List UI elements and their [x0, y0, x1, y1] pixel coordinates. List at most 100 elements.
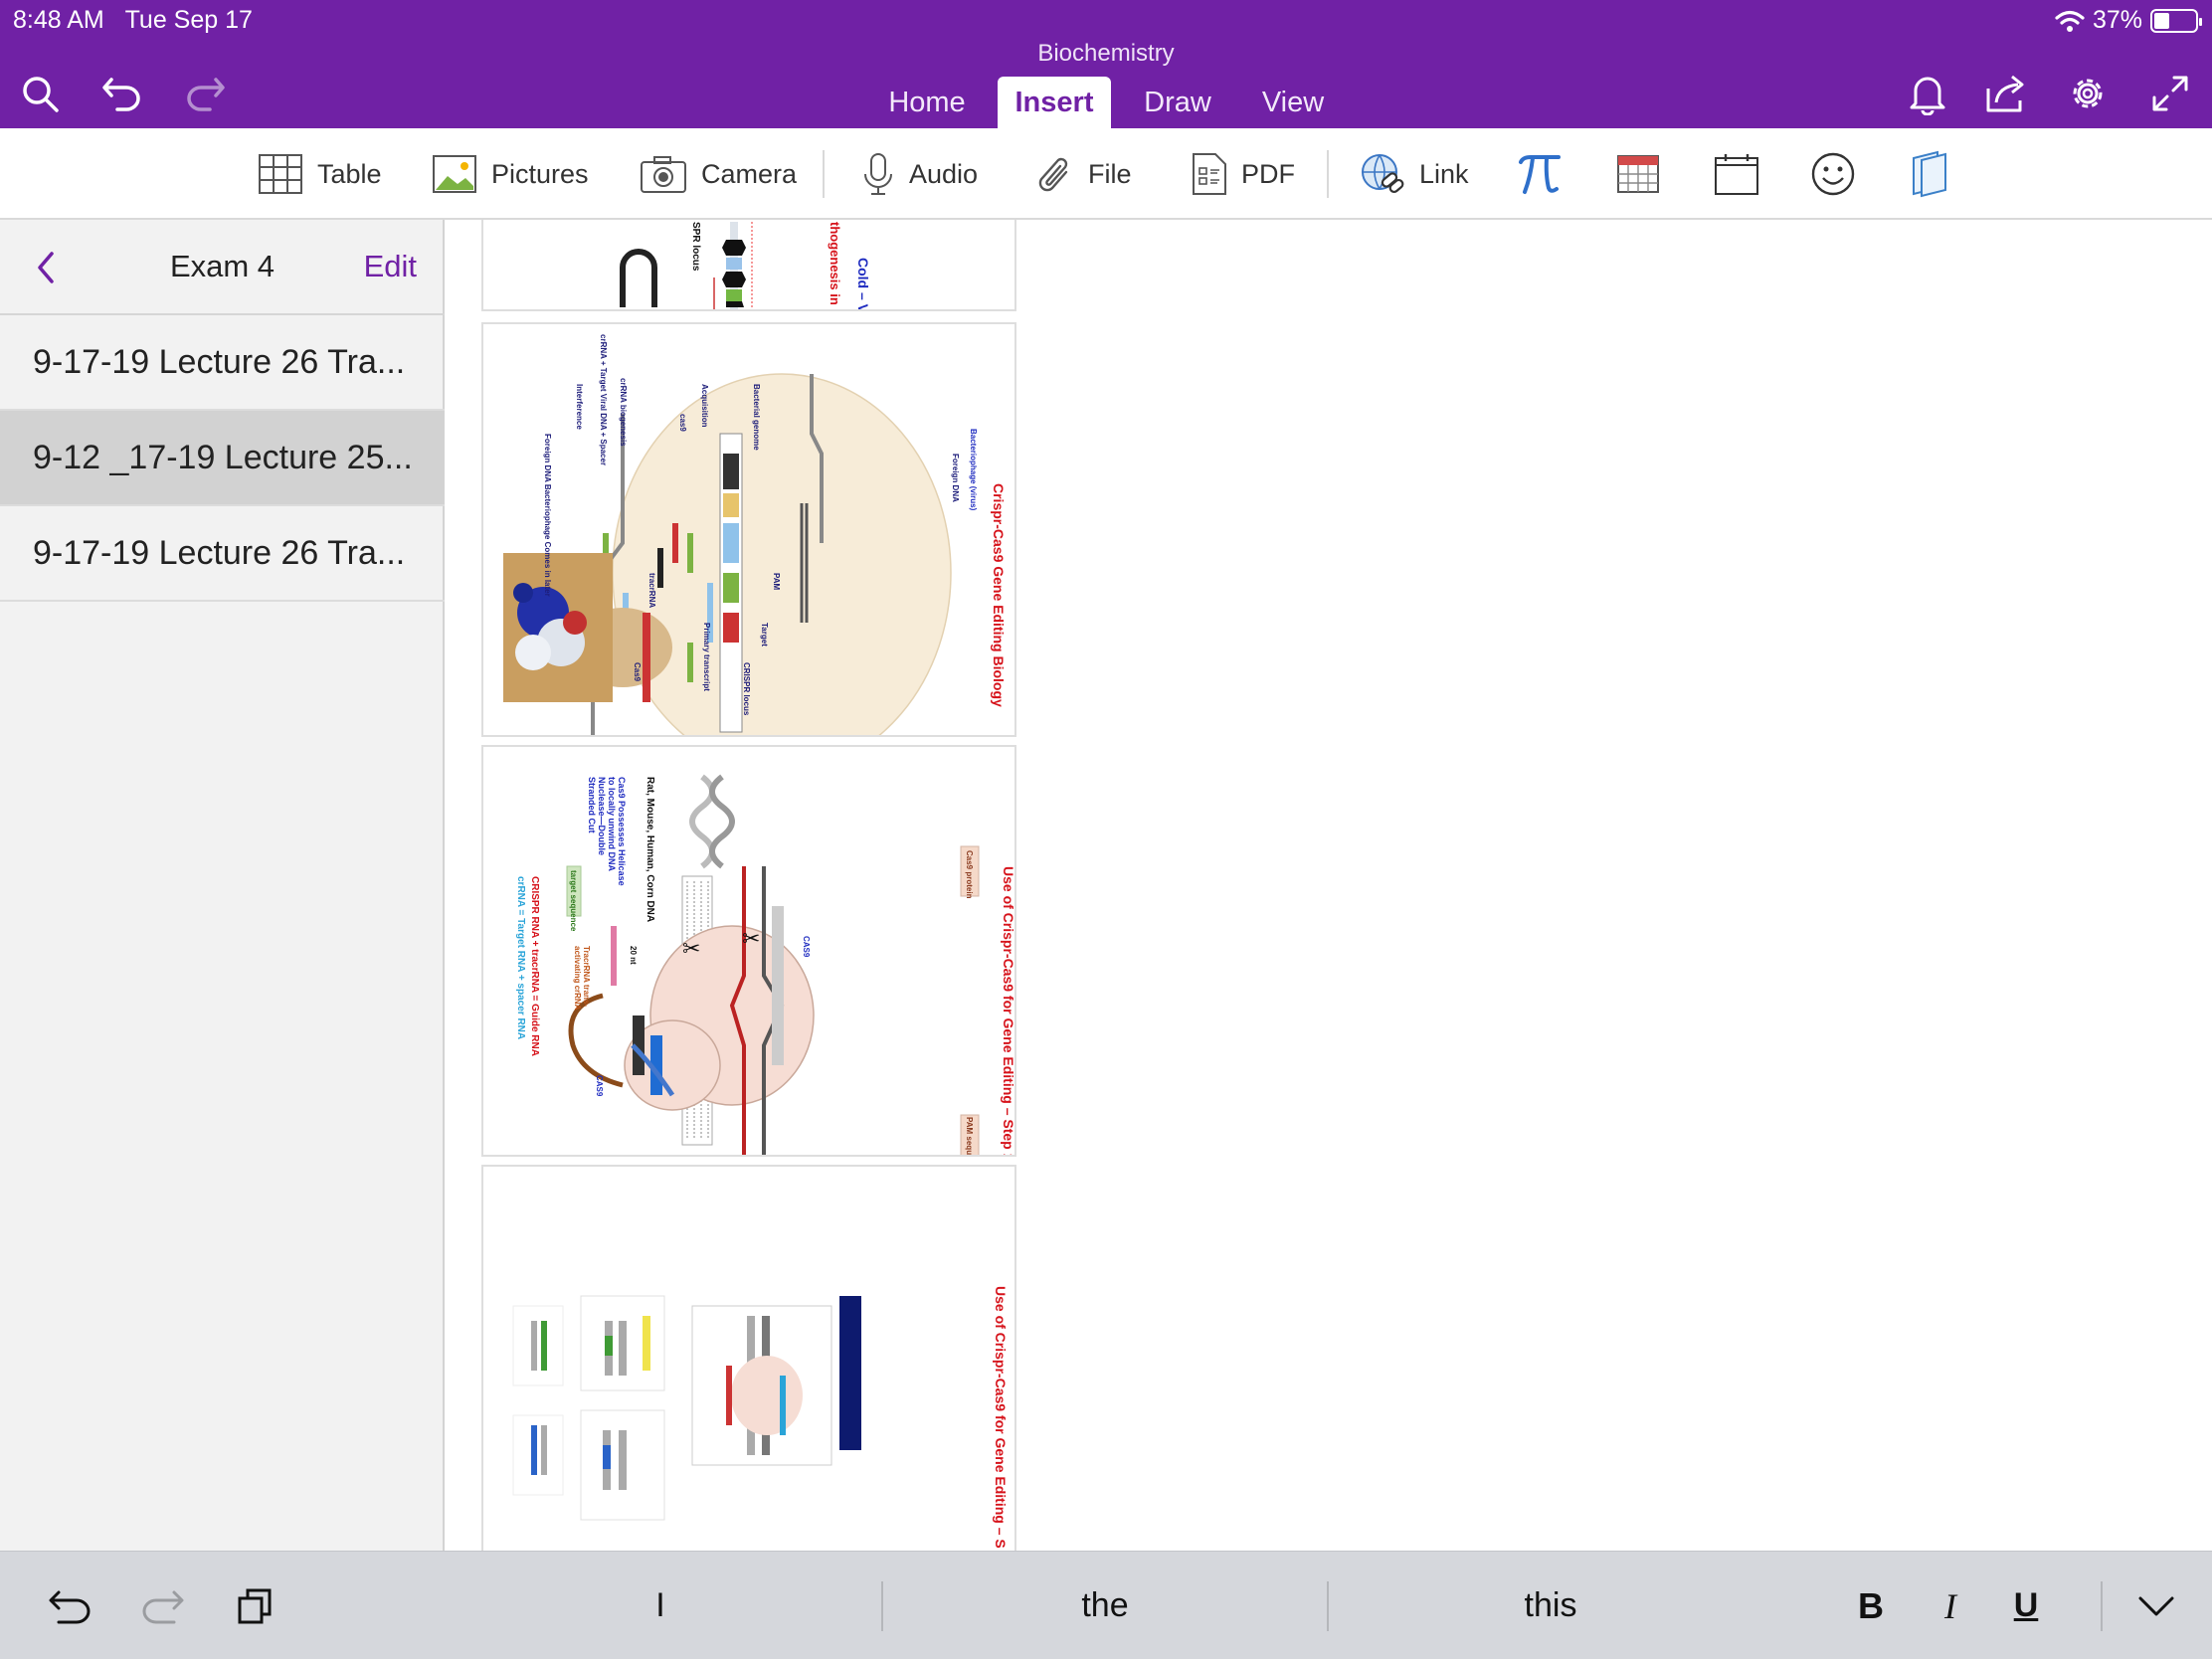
bell-icon[interactable] — [1902, 68, 1953, 119]
page-item[interactable]: 9-17-19 Lecture 26 Tra... — [0, 506, 445, 602]
file-label: File — [1088, 158, 1132, 189]
cas9-step1-diagram: ✂ ✂ — [566, 774, 980, 1155]
table-label: Table — [317, 158, 382, 189]
app-title: Biochemistry — [1037, 40, 1175, 67]
page-item-selected[interactable]: 9-12 _17-19 Lecture 25... — [0, 411, 445, 506]
camera-icon — [641, 156, 686, 193]
slide-label: CRISPR locus — [742, 662, 751, 716]
slide-label: Bacteriophage (virus) — [969, 429, 978, 511]
tab-home[interactable]: Home — [875, 77, 979, 128]
slide-label: CAS9 — [802, 936, 811, 958]
slide-label: Target — [760, 623, 769, 646]
format-divider — [2101, 1581, 2103, 1631]
title-bar: 8:48 AM Tue Sep 17 37% Biochemistry Home… — [0, 0, 2212, 128]
ribbon-tabs: Home Insert Draw View — [0, 77, 2212, 128]
battery-icon — [2150, 8, 2202, 33]
insert-emoji-button[interactable] — [1810, 128, 1856, 220]
status-clock: 8:48 AM — [13, 6, 104, 34]
keyboard-redo-button[interactable] — [131, 1552, 193, 1660]
slide-label: Interference — [575, 384, 584, 430]
slide-label: tracrRNA — [647, 573, 656, 609]
pdf-label: PDF — [1241, 158, 1295, 189]
tab-insert[interactable]: Insert — [998, 77, 1111, 128]
insert-stickers-button[interactable] — [1908, 128, 1953, 220]
pictures-icon — [433, 155, 476, 193]
note-canvas[interactable]: Cold – Viral I thogenesis in SPR locus C… — [447, 220, 2212, 1551]
slide-label: Primary transcript — [702, 623, 711, 691]
slide-label: target sequence — [569, 870, 578, 932]
slide-label: 20 nt — [629, 946, 638, 965]
section-header: Exam 4 Edit — [0, 220, 445, 315]
dismiss-keyboard-button[interactable] — [2124, 1552, 2188, 1660]
slide-image-1[interactable]: Cold – Viral I thogenesis in SPR locus — [481, 220, 1016, 311]
suggestion-3[interactable]: this — [1329, 1552, 1772, 1660]
keyboard-undo-button[interactable] — [40, 1552, 101, 1660]
suggestion-2[interactable]: the — [883, 1552, 1327, 1660]
wifi-icon — [2055, 10, 2085, 32]
slide-label: Rat, Mouse, Human, Corn DNA — [645, 777, 655, 923]
pdf-icon — [1193, 153, 1226, 195]
italic-button[interactable]: I — [1926, 1552, 1975, 1660]
status-time: 8:48 AM Tue Sep 17 — [13, 6, 253, 35]
tab-view[interactable]: View — [1243, 77, 1343, 128]
slide-image-3[interactable]: Use of Crispr-Cas9 for Gene Editing – St… — [481, 745, 1016, 1157]
insert-equation-button[interactable] — [1517, 128, 1563, 220]
page-item[interactable]: 9-17-19 Lecture 26 Tra... — [0, 315, 445, 411]
insert-audio-button[interactable]: Audio — [861, 128, 978, 220]
link-globe-icon — [1362, 154, 1404, 194]
insert-table-button[interactable]: Table — [258, 128, 382, 220]
slide-label: cas9 — [678, 414, 687, 432]
insert-calendar-button[interactable] — [1616, 128, 1660, 220]
suggestion-1[interactable]: I — [440, 1552, 881, 1660]
svg-text:✂: ✂ — [742, 927, 760, 952]
slide-label: crRNA biogenesis — [619, 378, 628, 447]
expand-icon[interactable] — [2144, 68, 2196, 119]
keyboard-paste-button[interactable] — [225, 1552, 286, 1660]
slide-label: PAM sequ — [965, 1117, 974, 1156]
slide-label: CRISPR RNA + tracrRNA = Guide RNA — [529, 876, 540, 1056]
bold-button[interactable]: B — [1846, 1552, 1896, 1660]
insert-camera-button[interactable]: Camera — [640, 128, 797, 220]
slide-image-4[interactable]: Use of Crispr-Cas9 for Gene Editing – S — [481, 1165, 1016, 1551]
gear-icon[interactable] — [2062, 68, 2114, 119]
insert-ribbon: Table Pictures Camera Audio File PDF Lin… — [0, 128, 2212, 220]
keyboard-shortcut-bar: I the this B I U — [0, 1551, 2212, 1659]
ribbon-divider — [1327, 150, 1329, 198]
ribbon-divider — [823, 150, 825, 198]
underline-button[interactable]: U — [2001, 1552, 2051, 1660]
paperclip-icon — [1038, 157, 1068, 192]
slide-image-2[interactable]: Crispr-Cas9 Gene Editing Biology Bacteri… — [481, 322, 1016, 737]
audio-label: Audio — [909, 158, 979, 189]
table-icon — [259, 154, 302, 194]
microphone-icon — [864, 153, 892, 195]
slide-label: CAS9 — [595, 1075, 604, 1097]
insert-link-button[interactable]: Link — [1360, 128, 1469, 220]
tab-draw[interactable]: Draw — [1126, 77, 1229, 128]
crispr-locus-diagram — [620, 222, 753, 309]
slide-label: PAM — [772, 573, 781, 591]
insert-date-button[interactable] — [1714, 128, 1759, 220]
calendar-icon — [1715, 154, 1758, 195]
battery-percent: 37% — [2092, 6, 2142, 34]
cas9-editing-diagram — [512, 1295, 861, 1521]
slide-label: Cas9 Possesses Helicase to locally unwin… — [587, 777, 627, 886]
insert-file-button[interactable]: File — [1036, 128, 1132, 220]
slide-label: crRNA + Target Viral DNA + Spacer — [599, 334, 608, 466]
insert-pictures-button[interactable]: Pictures — [432, 128, 589, 220]
edit-button[interactable]: Edit — [364, 249, 417, 284]
chevron-down-icon — [2138, 1596, 2174, 1615]
undo-icon — [49, 1590, 91, 1623]
slide-label: Foreign DNA Bacteriophage Comes in later — [543, 434, 552, 597]
status-date: Tue Sep 17 — [124, 6, 253, 34]
pi-icon — [1519, 155, 1561, 194]
share-icon[interactable] — [1981, 68, 2033, 119]
status-indicators: 37% — [2055, 6, 2202, 35]
page-list-sidebar: Exam 4 Edit 9-17-19 Lecture 26 Tra... 9-… — [0, 220, 445, 1551]
svg-text:✂: ✂ — [682, 937, 700, 962]
clipboard-icon — [238, 1588, 272, 1623]
redo-icon — [142, 1590, 184, 1623]
slide-label: Bacterial genome — [752, 384, 761, 451]
insert-pdf-button[interactable]: PDF — [1192, 128, 1295, 220]
slide-label: Cas9 — [633, 662, 642, 682]
slide-label: Cas9 protein — [965, 850, 974, 899]
